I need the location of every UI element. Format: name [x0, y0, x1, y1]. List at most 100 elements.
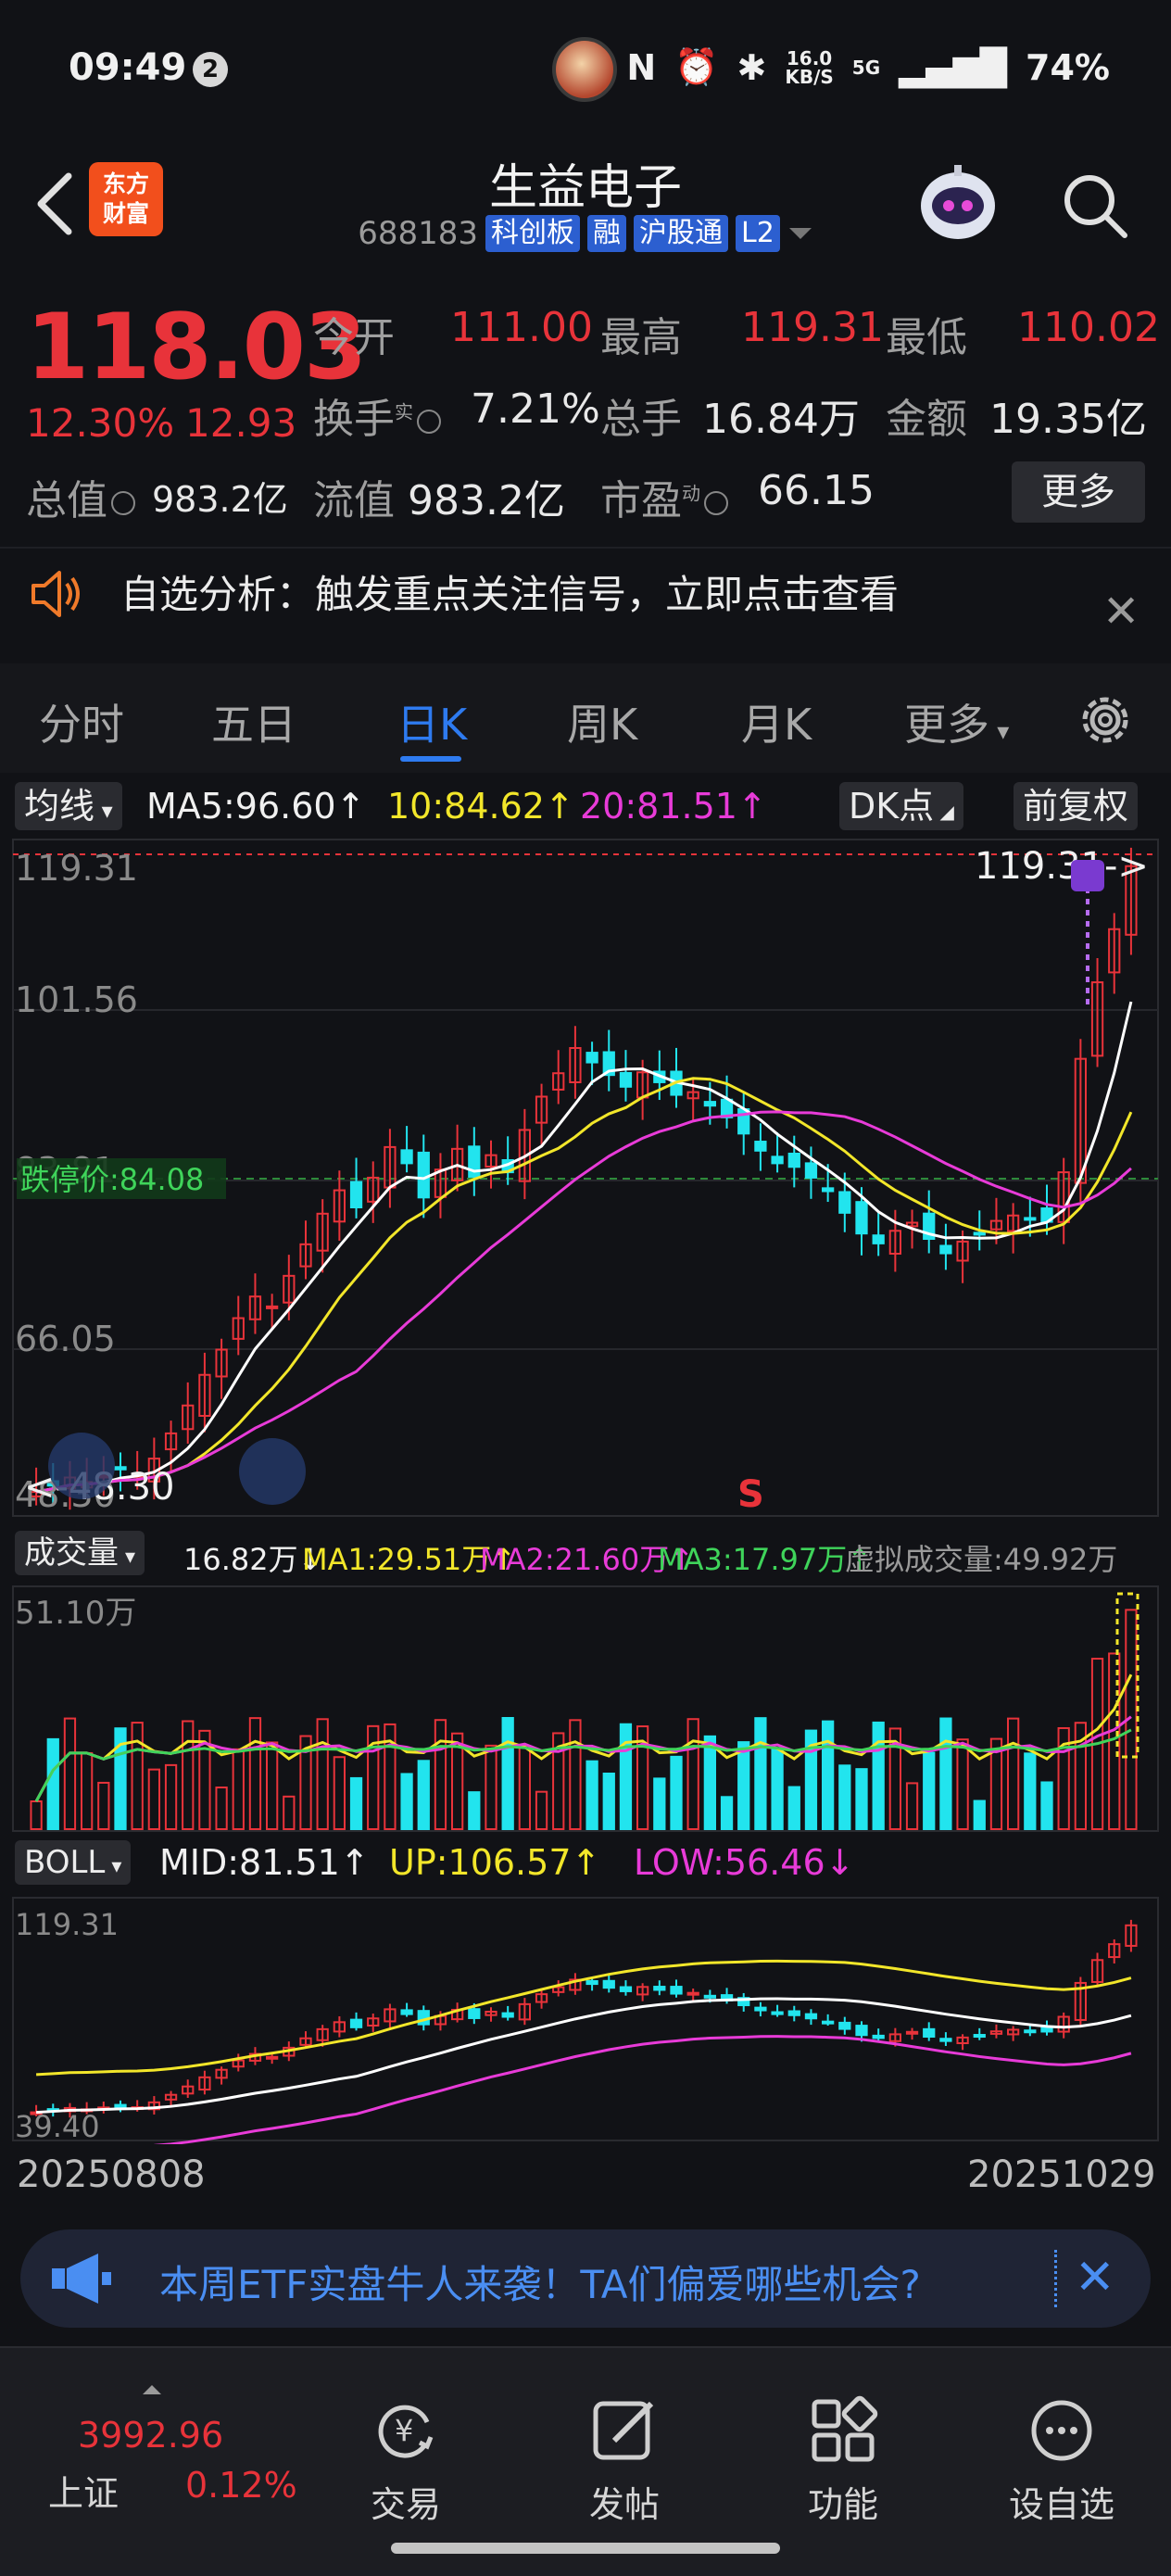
- network-speed: 16.0 KB/S: [785, 46, 834, 88]
- candlestick: [619, 1050, 633, 1102]
- speaker-icon: [31, 571, 80, 617]
- candlestick: [737, 1092, 750, 1155]
- boll-candlestick: [838, 2016, 851, 2035]
- boll-candlestick: [956, 2034, 969, 2051]
- volume-bar: [771, 1749, 784, 1830]
- boll-candlestick: [670, 1979, 683, 1998]
- tag-level2: L2: [735, 215, 780, 252]
- low-label: 最低: [886, 314, 967, 361]
- notification-badge: 2: [193, 52, 228, 87]
- ma5-line: [35, 1001, 1133, 1494]
- robot-assistant-icon[interactable]: [912, 158, 1004, 250]
- boll-mid: MID:81.51↑: [159, 1842, 370, 1883]
- close-icon[interactable]: ✕: [1075, 2250, 1115, 2305]
- volume-bar: [822, 1720, 835, 1831]
- volume-bar: [232, 1748, 245, 1830]
- index-name: 上证: [48, 2473, 120, 2514]
- boll-up: UP:106.57↑: [389, 1842, 601, 1883]
- alert-bar[interactable]: 自选分析：触发重点关注信号，立即点击查看 ✕: [0, 547, 1171, 656]
- candlestick: [1108, 913, 1121, 994]
- boll-dropdown[interactable]: BOLL ▾: [15, 1840, 132, 1885]
- stock-code: 688183: [358, 215, 478, 252]
- volume-bar: [535, 1790, 548, 1831]
- alert-text: 自选分析：触发重点关注信号，立即点击查看: [120, 572, 900, 617]
- bottom-nav: 3992.96 上证 0.12% ¥ 交易 发帖 功能 设自选: [0, 2346, 1171, 2576]
- tab-daily-k[interactable]: 日K: [397, 691, 467, 752]
- tab-more[interactable]: 更多 ▾: [904, 691, 1009, 752]
- volume-bar: [316, 1718, 329, 1830]
- boll-candlestick: [602, 1974, 615, 1993]
- search-icon[interactable]: [1058, 169, 1132, 243]
- candlestick: [872, 1211, 885, 1256]
- close-icon[interactable]: ✕: [1102, 586, 1140, 638]
- turnover-value: 7.21%: [471, 385, 600, 433]
- tab-monthly-k[interactable]: 月K: [741, 691, 812, 752]
- candlestick: [384, 1129, 397, 1208]
- mktcap-value: 983.2亿: [152, 479, 288, 520]
- candlestick: [400, 1126, 413, 1173]
- volume-ma3: MA3:17.97万↑: [658, 1542, 873, 1577]
- boll-candlestick: [1090, 1952, 1104, 1986]
- boll-candlestick: [1074, 1976, 1088, 2027]
- candlestick: [468, 1127, 481, 1196]
- nav-functions[interactable]: 功能: [778, 2394, 908, 2527]
- boll-candlestick: [215, 2066, 228, 2085]
- kline-chart[interactable]: 119.31 101.56 83.81 66.05 48.30 跌停价:84.0…: [0, 834, 1171, 1520]
- boll-candlestick: [1040, 2020, 1053, 2036]
- expand-right-icon[interactable]: [239, 1438, 306, 1505]
- boll-candlestick: [535, 1989, 548, 2009]
- expand-left-icon[interactable]: [48, 1433, 115, 1499]
- chevron-down-icon: [788, 228, 812, 239]
- pe-value: 66.15: [758, 467, 875, 514]
- boll-candlestick: [653, 1980, 666, 1996]
- volume-bar: [737, 1741, 750, 1830]
- volume-bar: [602, 1773, 615, 1830]
- tab-intraday[interactable]: 分时: [39, 691, 124, 752]
- candlestick: [569, 1026, 582, 1099]
- svg-text:¥: ¥: [395, 2413, 413, 2448]
- bluetooth-icon: ✱: [737, 46, 767, 88]
- volume-bar: [905, 1782, 919, 1830]
- boll-candlestick: [754, 2001, 767, 2017]
- volume-bar: [653, 1777, 666, 1830]
- volume-bar: [30, 1800, 43, 1830]
- adjust-button[interactable]: 前复权: [1014, 782, 1139, 830]
- candlestick: [1007, 1203, 1020, 1254]
- candlestick: [754, 1123, 767, 1171]
- tab-five-day[interactable]: 五日: [211, 691, 296, 752]
- dk-button[interactable]: DK点 ◢: [839, 782, 963, 830]
- ma-dropdown[interactable]: 均线 ▾: [15, 782, 122, 830]
- promo-banner[interactable]: 本周ETF实盘牛人来袭！TA们偏爱哪些机会? ✕: [20, 2229, 1151, 2328]
- period-tabs: 分时 五日 日K 周K 月K 更多 ▾: [0, 663, 1171, 773]
- boll-chart[interactable]: 119.31 39.40: [0, 1894, 1171, 2144]
- nav-trade[interactable]: ¥ 交易: [341, 2394, 471, 2527]
- volume-bar: [872, 1721, 885, 1830]
- caret-up-icon: [143, 2385, 161, 2394]
- candlestick: [923, 1190, 936, 1254]
- ma10-value: 10:84.62↑: [387, 786, 574, 827]
- boll-candlestick: [349, 2012, 363, 2031]
- tab-active-indicator: [400, 756, 461, 762]
- nav-add-watchlist[interactable]: 设自选: [997, 2394, 1127, 2527]
- nav-post[interactable]: 发帖: [560, 2394, 689, 2527]
- tag-connect: 沪股通: [633, 215, 728, 252]
- more-button[interactable]: 更多: [1012, 461, 1145, 523]
- boll-candlestick: [1125, 1919, 1138, 1952]
- boll-axis-min: 39.40: [15, 2109, 100, 2144]
- boll-candlestick: [114, 2100, 127, 2113]
- boll-axis-max: 119.31: [15, 1907, 119, 1942]
- volume-bar: [855, 1768, 868, 1830]
- change-percent: 12.30%: [26, 400, 175, 446]
- amount-value: 19.35亿: [989, 396, 1147, 443]
- open-label: 今开: [313, 314, 395, 361]
- candlestick: [501, 1136, 514, 1185]
- volume-dropdown[interactable]: 成交量 ▾: [15, 1531, 145, 1575]
- boll-candlestick: [804, 2009, 818, 2026]
- change-amount: 12.93: [185, 400, 297, 446]
- high-label: 最高: [600, 314, 682, 361]
- tab-weekly-k[interactable]: 周K: [567, 691, 637, 752]
- volume-chart[interactable]: 51.10万: [0, 1583, 1171, 1833]
- status-icons: N ⏰ ✱ 16.0 KB/S 5G ▂▄▆█ 74%: [626, 46, 1110, 88]
- boll-candlestick: [1007, 2026, 1020, 2041]
- gear-icon[interactable]: [1073, 688, 1138, 752]
